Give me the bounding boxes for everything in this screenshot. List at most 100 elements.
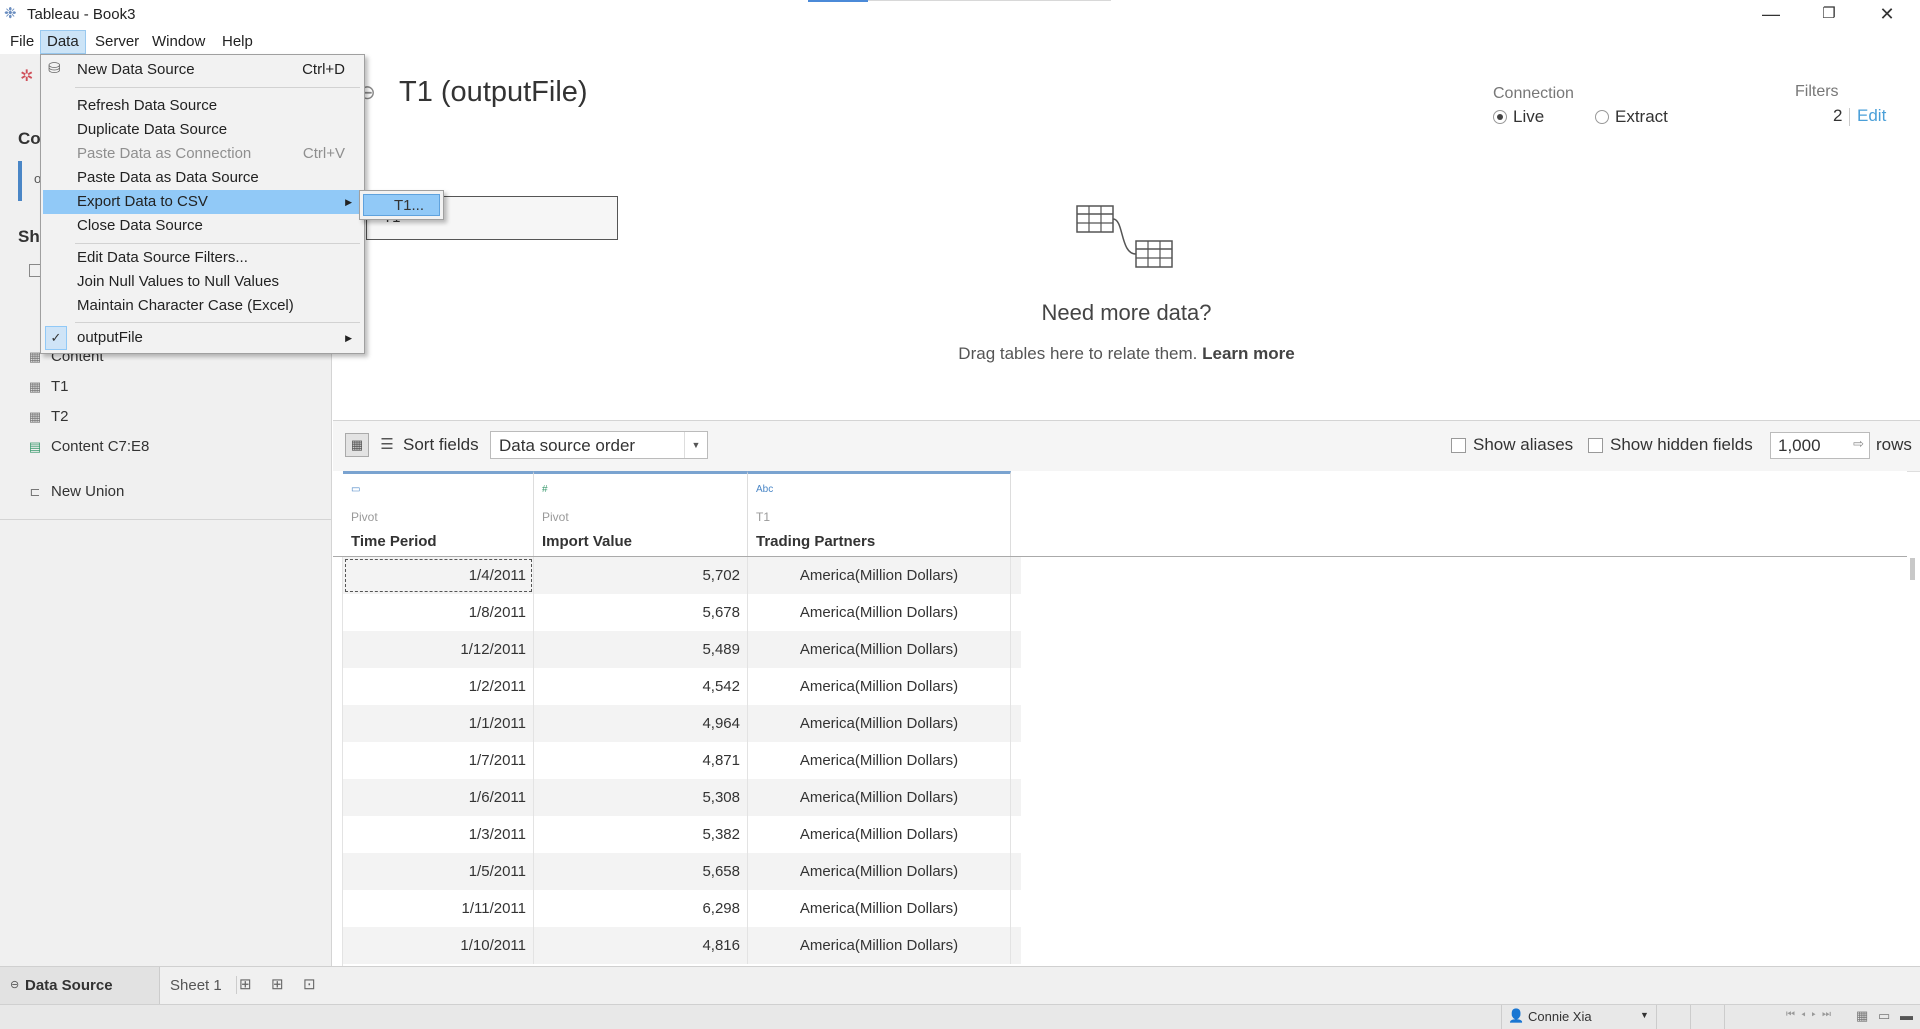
number-type-icon[interactable]: # [542,484,548,495]
table-cell[interactable]: America(Million Dollars) [748,890,1011,927]
maximize-button[interactable]: ❐ [1800,0,1858,30]
menu-data[interactable]: Data [40,30,86,54]
table-cell[interactable]: 4,542 [534,668,748,705]
menu-item-refresh-data-source[interactable]: Refresh Data Source [43,94,362,118]
tableau-home-icon[interactable]: ✲ [20,66,33,86]
show-tabs-icon[interactable]: ▬ [1900,1008,1913,1023]
menu-item-new-data-source[interactable]: New Data Source Ctrl+D [43,58,362,82]
datasource-title[interactable]: T1 (outputFile) [399,76,588,109]
menu-item-join-null-values[interactable]: Join Null Values to Null Values [43,270,362,294]
menu-server[interactable]: Server [89,30,145,54]
table-cell[interactable]: 1/7/2011 [343,742,534,779]
menu-item-edit-data-source-filters[interactable]: Edit Data Source Filters... [43,246,362,270]
table-cell[interactable]: 6,298 [534,890,748,927]
submenu-item-t1[interactable]: T1... [363,194,440,216]
show-hidden-fields-checkbox[interactable]: Show hidden fields [1588,435,1753,455]
table-cell[interactable]: 1/10/2011 [343,927,534,964]
extract-radio[interactable]: Extract [1595,107,1668,127]
sheet-item-t2[interactable]: ▦ T2 [27,407,69,427]
table-cell[interactable]: America(Million Dollars) [748,705,1011,742]
menu-item-export-data-to-csv[interactable]: Export Data to CSV ▶ [43,190,362,214]
menu-item-duplicate-data-source[interactable]: Duplicate Data Source [43,118,362,142]
table-cell[interactable]: America(Million Dollars) [748,853,1011,890]
table-cell[interactable]: America(Million Dollars) [748,816,1011,853]
table-row[interactable]: 1/11/2011 6,298 America(Million Dollars) [343,890,1021,927]
table-cell[interactable]: 5,702 [534,557,748,594]
table-cell[interactable]: 5,678 [534,594,748,631]
table-row[interactable]: 1/12/2011 5,489 America(Million Dollars) [343,631,1021,668]
table-cell[interactable]: 5,382 [534,816,748,853]
table-row[interactable]: 1/8/2011 5,678 America(Million Dollars) [343,594,1021,631]
table-cell[interactable]: 1/11/2011 [343,890,534,927]
show-aliases-checkbox[interactable]: Show aliases [1451,435,1573,455]
filters-edit-link[interactable]: Edit [1857,106,1886,126]
date-type-icon[interactable]: ▭ [351,484,360,495]
sheet-item-named-range[interactable]: ▤ Content C7:E8 [27,437,150,457]
menu-item-paste-data-as-data-source[interactable]: Paste Data as Data Source [43,166,362,190]
menu-item-paste-data-as-connection[interactable]: Paste Data as Connection Ctrl+V [43,142,362,166]
menu-window[interactable]: Window [146,30,211,54]
close-button[interactable]: ✕ [1858,0,1916,30]
column-header-time-period[interactable]: ▭ Pivot Time Period [343,471,534,556]
table-cell[interactable]: 4,871 [534,742,748,779]
menu-file[interactable]: File [4,30,40,54]
scrollbar-thumb[interactable] [1910,558,1915,580]
table-cell[interactable]: America(Million Dollars) [748,631,1011,668]
learn-more-link[interactable]: Learn more [1202,344,1295,363]
new-story-icon[interactable]: ⊡ [303,975,316,993]
menu-item-close-data-source[interactable]: Close Data Source [43,214,362,238]
chevron-down-icon[interactable]: ▼ [1640,1010,1649,1020]
table-cell[interactable]: 1/12/2011 [343,631,534,668]
table-cell[interactable]: 1/4/2011 [343,557,534,594]
table-cell[interactable]: 5,308 [534,779,748,816]
table-cell[interactable]: 1/6/2011 [343,779,534,816]
table-row[interactable]: 1/7/2011 4,871 America(Million Dollars) [343,742,1021,779]
new-dashboard-icon[interactable]: ⊞ [271,975,284,993]
list-view-icon[interactable]: ☰ [375,433,399,457]
grid-view-icon[interactable]: ▦ [345,433,369,457]
table-cell[interactable]: 1/2/2011 [343,668,534,705]
table-cell[interactable]: 5,489 [534,631,748,668]
table-row[interactable]: 1/2/2011 4,542 America(Million Dollars) [343,668,1021,705]
table-cell[interactable]: America(Million Dollars) [748,779,1011,816]
table-cell[interactable]: America(Million Dollars) [748,668,1011,705]
table-cell[interactable]: 1/5/2011 [343,853,534,890]
table-row[interactable]: 1/5/2011 5,658 America(Million Dollars) [343,853,1021,890]
new-worksheet-icon[interactable]: ⊞ [239,975,252,993]
menu-item-outputfile[interactable]: ✓ outputFile ▶ [43,326,362,350]
tab-data-source[interactable]: ⊖ Data Source [0,967,160,1004]
table-cell[interactable]: 4,816 [534,927,748,964]
table-cell[interactable]: 4,964 [534,705,748,742]
rows-input[interactable]: 1,000 ⇨ [1770,432,1870,459]
table-cell[interactable]: 1/1/2011 [343,705,534,742]
table-row[interactable]: 1/6/2011 5,308 America(Million Dollars) [343,779,1021,816]
table-cell[interactable]: 5,658 [534,853,748,890]
sort-fields-select[interactable]: Data source order ▼ [490,431,708,459]
string-type-icon[interactable]: Abc [756,484,773,495]
table-row[interactable]: 1/3/2011 5,382 America(Million Dollars) [343,816,1021,853]
table-cell[interactable]: America(Million Dollars) [748,594,1011,631]
table-cell[interactable]: America(Million Dollars) [748,557,1011,594]
show-sheet-sorter-icon[interactable]: ▦ [1856,1008,1868,1024]
user-name[interactable]: Connie Xia [1528,1009,1592,1024]
apply-arrow-icon[interactable]: ⇨ [1853,436,1864,452]
table-cell[interactable]: 1/8/2011 [343,594,534,631]
table-cell[interactable]: America(Million Dollars) [748,927,1011,964]
table-row[interactable]: 1/10/2011 4,816 America(Million Dollars) [343,927,1021,964]
sheet-item-t1[interactable]: ▦ T1 [27,377,69,397]
column-header-import-value[interactable]: # Pivot Import Value [534,471,748,556]
minimize-button[interactable]: — [1742,0,1800,30]
column-header-trading-partners[interactable]: Abc T1 Trading Partners [748,471,1011,556]
tab-sheet1[interactable]: Sheet 1 [170,967,236,1004]
menu-help[interactable]: Help [216,30,259,54]
sheet-navigation-icon[interactable]: ⏮◂▸⏭ [1786,1009,1837,1020]
table-cell[interactable]: America(Million Dollars) [748,742,1011,779]
menu-item-maintain-character-case[interactable]: Maintain Character Case (Excel) [43,294,362,318]
show-filmstrip-icon[interactable]: ▭ [1878,1008,1890,1024]
table-row[interactable]: 1/4/2011 5,702 America(Million Dollars) [343,557,1021,594]
table-cell[interactable]: 1/3/2011 [343,816,534,853]
live-radio[interactable]: Live [1493,107,1544,127]
new-union-item[interactable]: ⊏ New Union [27,482,125,502]
table-row[interactable]: 1/1/2011 4,964 America(Million Dollars) [343,705,1021,742]
vertical-scrollbar[interactable] [1907,556,1920,966]
